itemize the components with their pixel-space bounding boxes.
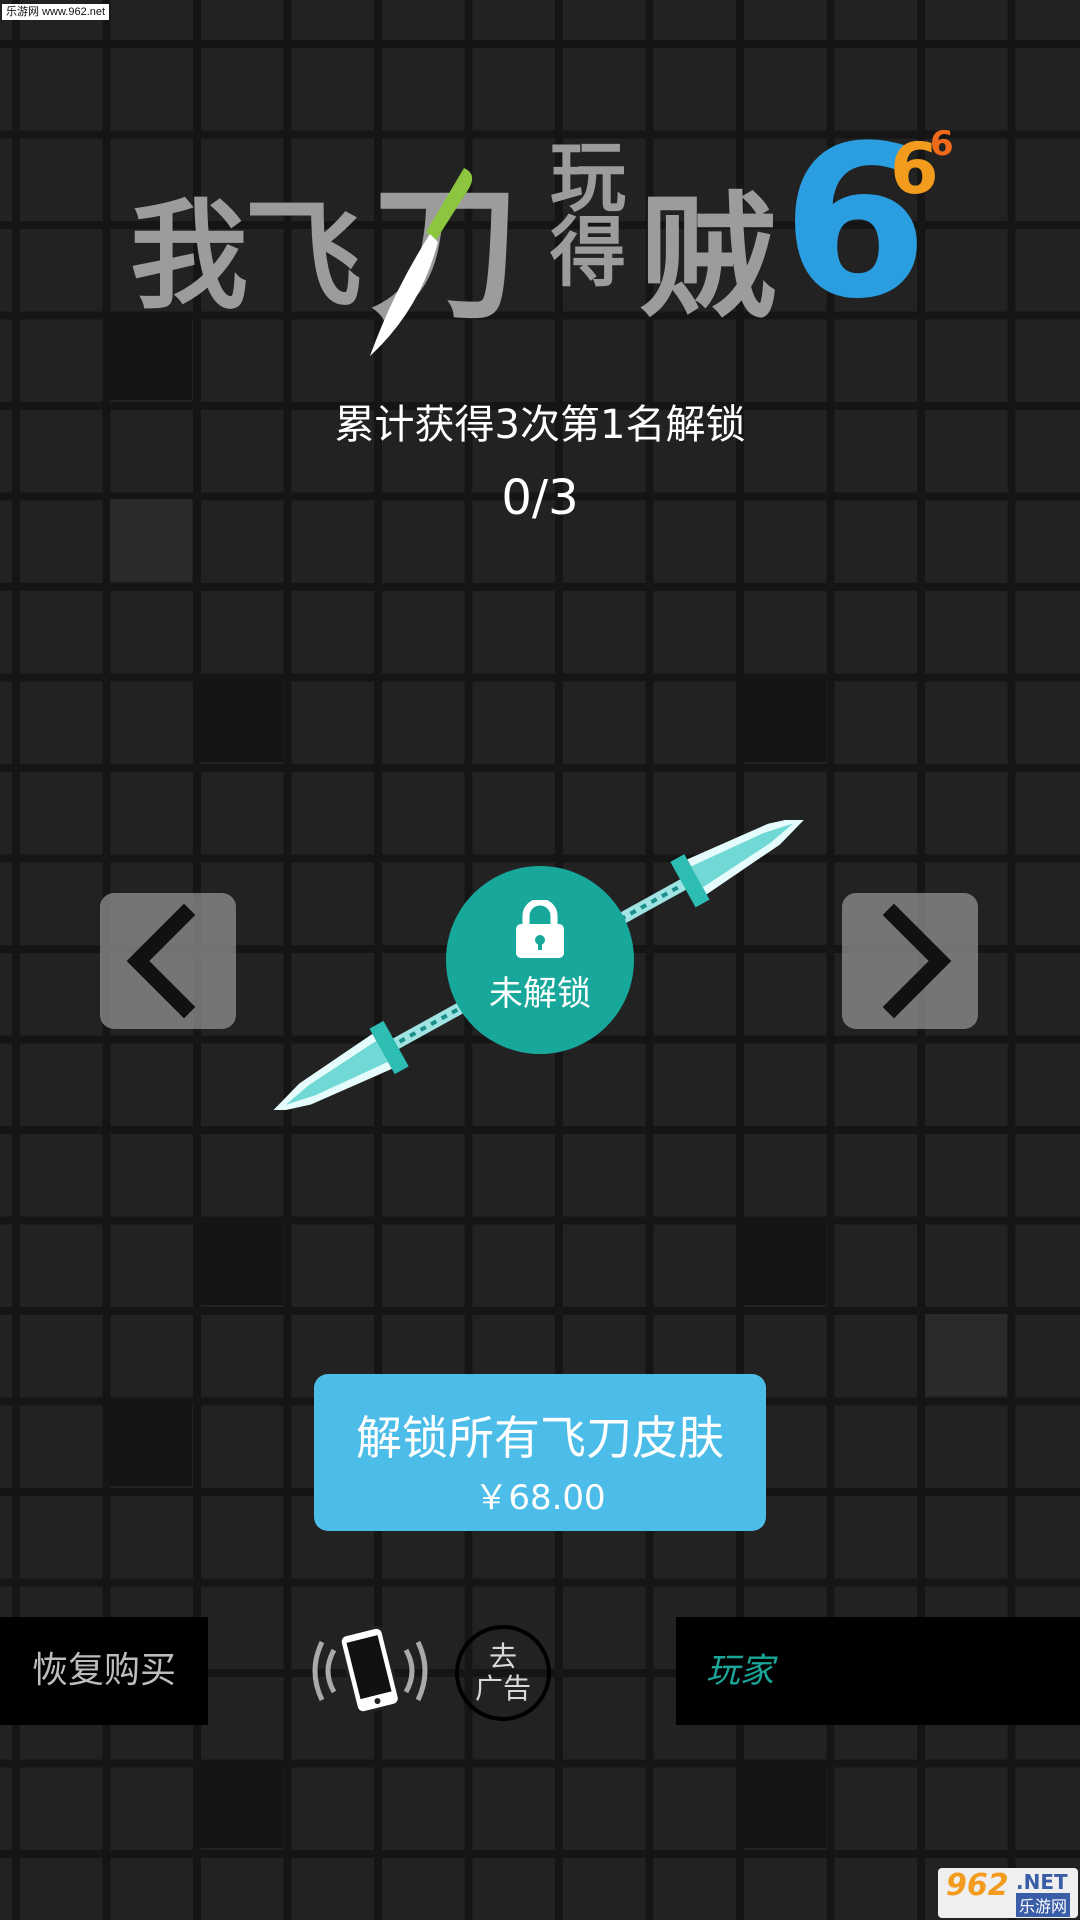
logo-six-small: 6 — [930, 124, 954, 164]
logo-knife-icon — [370, 168, 473, 356]
restore-purchase-button[interactable]: 恢复购买 — [0, 1617, 208, 1725]
chevron-right-icon — [882, 903, 952, 1019]
grid-tile — [925, 1314, 1007, 1396]
grid-tile — [201, 680, 283, 762]
unlock-condition-text: 累计获得3次第1名解锁 — [334, 402, 746, 448]
logo-text-part1: 我飞 — [130, 187, 362, 325]
chevron-left-icon — [126, 903, 196, 1019]
remove-ads-button[interactable]: 去 广告 — [455, 1625, 551, 1721]
unlock-all-skins-label: 解锁所有飞刀皮肤 — [356, 1411, 724, 1465]
grid-tile — [201, 1766, 283, 1848]
unlock-progress-count: 0/3 — [501, 470, 579, 526]
grid-tile — [744, 680, 826, 762]
watermark-cn: 乐游网 — [1016, 1893, 1071, 1917]
watermark-number: 962 — [946, 1868, 1009, 1903]
unlock-all-skins-price: ￥68.00 — [474, 1478, 606, 1518]
unlock-all-skins-button[interactable]: 解锁所有飞刀皮肤 ￥68.00 — [314, 1374, 766, 1531]
grid-tile — [201, 1223, 283, 1305]
remove-ads-label-line2: 广告 — [474, 1672, 531, 1705]
locked-status-label: 未解锁 — [489, 974, 591, 1014]
grid-tile — [744, 1223, 826, 1305]
phone-vibrate-icon[interactable] — [312, 1626, 428, 1716]
locked-status-badge: 未解锁 — [446, 866, 634, 1054]
lock-icon — [516, 900, 564, 958]
next-skin-button[interactable] — [842, 893, 978, 1029]
grid-tile — [110, 1404, 192, 1486]
previous-skin-button[interactable] — [100, 893, 236, 1029]
logo-text-cluster: 玩 得 — [550, 133, 626, 297]
site-watermark: 乐游网 www.962.net — [2, 4, 110, 20]
logo-text-part4: 贼 — [640, 180, 776, 338]
logo-text-part3a: 玩 — [550, 133, 626, 222]
player-name-button[interactable]: 玩家 — [676, 1617, 1080, 1725]
game-logo: 我飞 刀 玩 得 贼 6 6 6 — [130, 100, 960, 356]
grid-tile — [744, 1766, 826, 1848]
remove-ads-label-line1: 去 — [488, 1640, 517, 1673]
watermark-net: .NET — [1016, 1870, 1068, 1894]
site-logo-watermark: 962 .NET 乐游网 — [938, 1868, 1078, 1918]
logo-text-part3b: 得 — [550, 208, 626, 297]
